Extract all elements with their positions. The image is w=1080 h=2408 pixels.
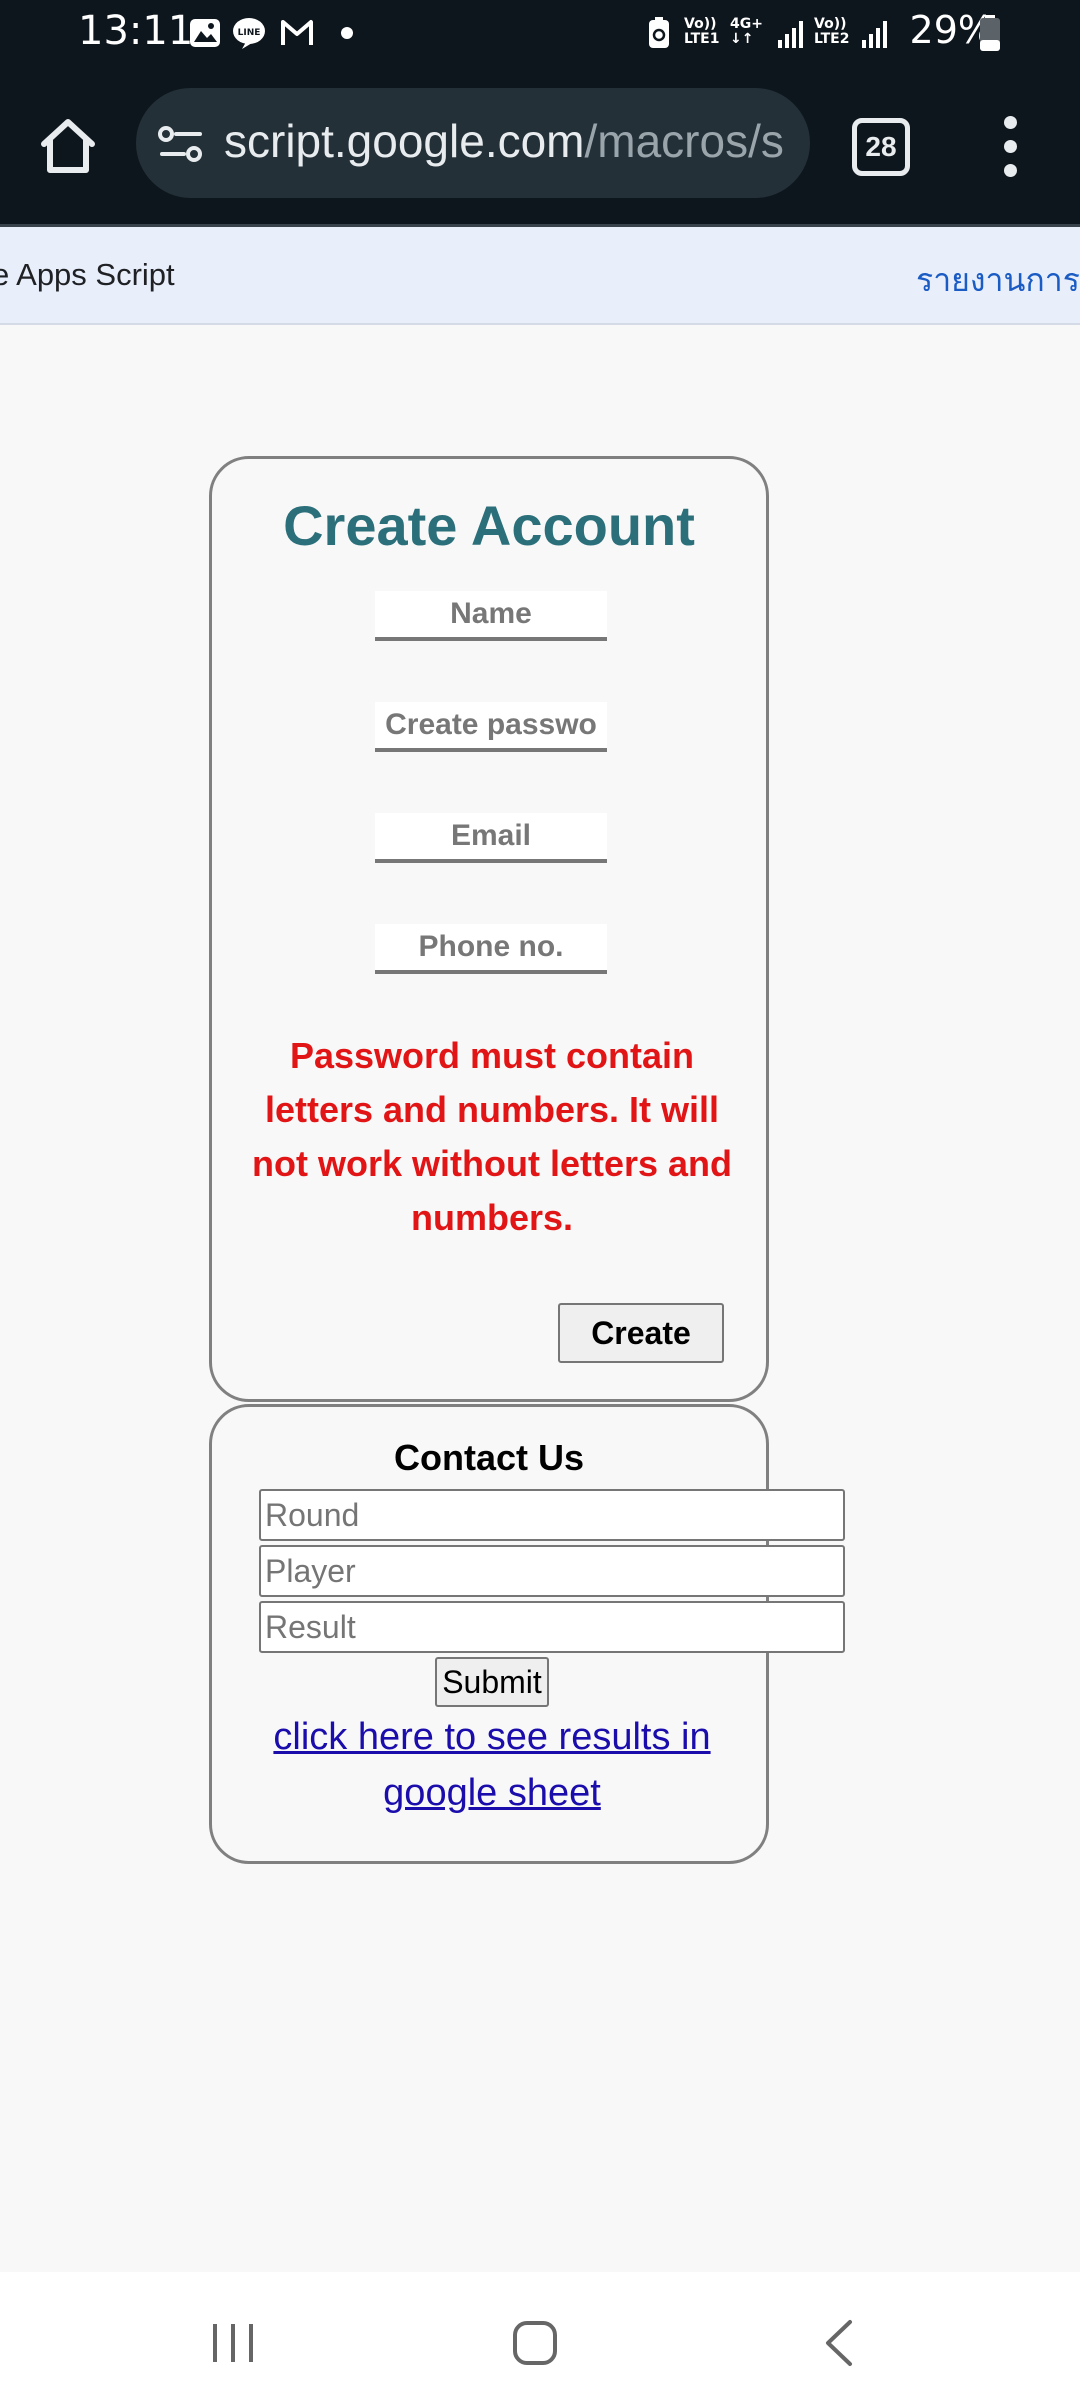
battery-saver-icon	[649, 17, 669, 48]
apps-script-banner: e Apps Script รายงานการล	[0, 227, 1080, 325]
report-abuse-link[interactable]: รายงานการล	[916, 255, 1080, 306]
url-path: /macros/s	[584, 115, 784, 167]
banner-title: e Apps Script	[0, 257, 175, 292]
results-sheet-link[interactable]: click here to see results in google shee…	[242, 1709, 742, 1821]
player-input[interactable]	[259, 1545, 845, 1597]
password-input[interactable]	[375, 702, 607, 752]
tab-switcher-button[interactable]: 28	[852, 118, 910, 176]
svg-text:LINE: LINE	[238, 28, 261, 38]
create-account-title: Create Account	[283, 494, 695, 557]
home-icon[interactable]	[36, 114, 100, 178]
password-warning: Password must contain letters and number…	[252, 1035, 733, 1238]
contact-card: Contact Us Submit click here to see resu…	[209, 1404, 845, 1864]
sim2-label: Vo)) LTE2	[814, 16, 850, 47]
submit-button[interactable]: Submit	[435, 1657, 549, 1707]
battery-icon	[980, 15, 1000, 51]
more-menu-icon[interactable]	[996, 114, 1026, 178]
address-bar[interactable]: script.google.com/macros/s	[136, 88, 810, 198]
status-time: 13:11	[78, 8, 194, 54]
back-icon[interactable]	[804, 2308, 874, 2378]
round-input[interactable]	[259, 1489, 845, 1541]
signal-icon	[778, 21, 803, 48]
site-settings-icon[interactable]	[158, 126, 204, 162]
name-input[interactable]	[375, 591, 607, 641]
home-nav-icon[interactable]	[500, 2308, 570, 2378]
gallery-icon	[190, 19, 220, 47]
gmail-icon	[281, 20, 313, 45]
recent-apps-icon[interactable]	[198, 2308, 268, 2378]
sim1-label: Vo)) LTE1	[684, 16, 720, 47]
data-label: 4G+ ↓↑	[730, 16, 763, 47]
url-text[interactable]: script.google.com/macros/s	[224, 114, 784, 168]
email-input[interactable]	[375, 813, 607, 863]
url-host: script.google.com	[224, 115, 585, 167]
create-button[interactable]: Create	[558, 1303, 724, 1363]
result-input[interactable]	[259, 1601, 845, 1653]
phone-input[interactable]	[375, 924, 607, 974]
signal-icon	[862, 21, 887, 48]
contact-title: Contact Us	[393, 1437, 585, 1478]
line-icon: LINE	[233, 18, 265, 49]
browser-toolbar: script.google.com/macros/s 28	[0, 70, 1080, 227]
dot-icon	[341, 27, 353, 39]
navigation-bar	[0, 2272, 1080, 2408]
status-bar: 13:11 LINE Vo)) LTE1 4G+ ↓↑ Vo)) LTE2 29%	[0, 0, 1080, 70]
create-account-card: Create Account Password must contain let…	[209, 456, 769, 1402]
